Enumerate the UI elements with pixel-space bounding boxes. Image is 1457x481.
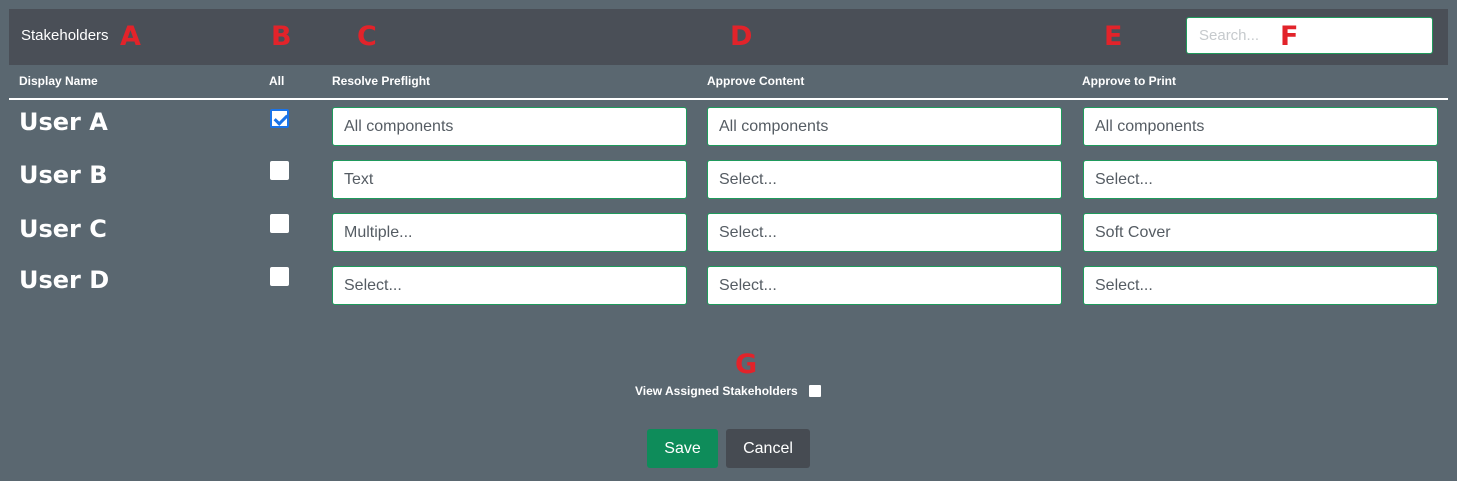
approve-to-print-select[interactable]: Select... (1083, 160, 1438, 199)
resolve-preflight-select[interactable]: Multiple... (332, 213, 687, 252)
user-name: User D (19, 266, 110, 294)
search-input[interactable] (1186, 17, 1433, 54)
approve-content-select[interactable]: Select... (707, 266, 1062, 305)
all-checkbox-checked[interactable] (270, 109, 289, 128)
approve-to-print-select[interactable]: All components (1083, 107, 1438, 146)
user-name: User A (19, 108, 108, 136)
cancel-button[interactable]: Cancel (726, 429, 810, 468)
column-header-approve-to-print: Approve to Print (1082, 74, 1177, 88)
view-assigned-stakeholders-label: View Assigned Stakeholders (635, 384, 798, 398)
annotation-label-a: A (120, 21, 141, 52)
approve-content-select[interactable]: Select... (707, 213, 1062, 252)
all-checkbox[interactable] (270, 214, 289, 233)
panel-title: Stakeholders (21, 27, 109, 44)
resolve-preflight-select[interactable]: All components (332, 107, 687, 146)
all-checkbox[interactable] (270, 161, 289, 180)
all-checkbox[interactable] (270, 267, 289, 286)
column-header-resolve-preflight: Resolve Preflight (332, 74, 431, 88)
column-header-approve-content: Approve Content (707, 74, 805, 88)
approve-content-select[interactable]: Select... (707, 160, 1062, 199)
save-button[interactable]: Save (647, 429, 718, 468)
approve-to-print-select[interactable]: Soft Cover (1083, 213, 1438, 252)
approve-content-select[interactable]: All components (707, 107, 1062, 146)
column-header-display-name: Display Name (19, 74, 98, 88)
annotation-label-f: F (1280, 21, 1299, 52)
resolve-preflight-select[interactable]: Text (332, 160, 687, 199)
annotation-label-b: B (271, 21, 292, 52)
annotation-label-c: C (357, 21, 377, 52)
view-assigned-stakeholders-checkbox[interactable] (809, 385, 821, 397)
annotation-label-e: E (1104, 21, 1123, 52)
annotation-label-g: G (735, 349, 758, 380)
annotation-label-d: D (730, 21, 753, 52)
resolve-preflight-select[interactable]: Select... (332, 266, 687, 305)
column-header-all: All (269, 74, 285, 88)
header-divider (9, 98, 1448, 100)
user-name: User C (19, 215, 107, 243)
approve-to-print-select[interactable]: Select... (1083, 266, 1438, 305)
user-name: User B (19, 161, 108, 189)
